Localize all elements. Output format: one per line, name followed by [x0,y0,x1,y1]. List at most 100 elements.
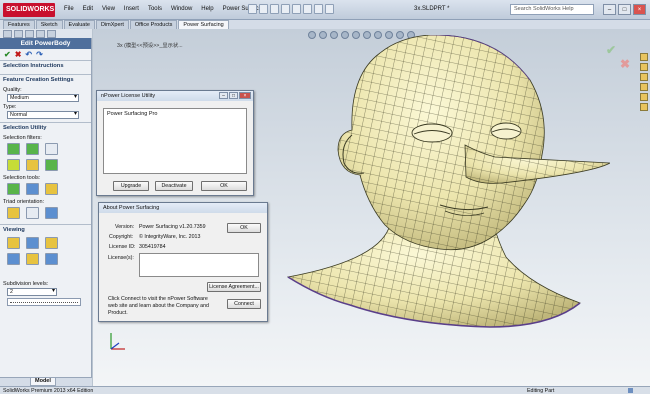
license-minimize-icon[interactable]: – [219,92,228,99]
print-icon[interactable] [281,4,290,14]
tab-office-products[interactable]: Office Products [129,20,178,29]
command-manager-tabs: Features Sketch Evaluate DimXpert Office… [0,20,650,29]
triad-local-icon[interactable] [26,207,39,219]
configuration-manager-icon[interactable] [25,30,34,38]
menu-tools[interactable]: Tools [148,6,162,12]
feature-breadcrumb[interactable]: 3x (模型<<预设>>_显示状... [117,41,183,49]
design-library-icon[interactable] [640,63,648,71]
selection-filters-row-2 [3,157,88,173]
version-value: Power Surfacing v1.20.7359 [139,224,206,230]
tab-features[interactable]: Features [3,20,35,29]
help-search-input[interactable]: Search SolidWorks Help [510,4,594,15]
tab-model[interactable]: Model [30,378,56,386]
feature-creation-settings-header[interactable]: Feature Creation Settings [3,76,88,85]
options-icon[interactable] [325,4,334,14]
quality-select[interactable]: Medium [7,94,79,102]
panel-action-row: ✔ ✖ ↶ ↷ [0,49,91,60]
menu-edit[interactable]: Edit [83,6,93,12]
menu-bar: File Edit View Insert Tools Window Help … [64,6,267,12]
selection-instructions-section[interactable]: Selection Instructions [0,60,91,74]
open-file-icon[interactable] [259,4,268,14]
viewing-section: Viewing Subdivision levels: 2 [0,224,91,311]
feature-manager-icon[interactable] [3,30,12,38]
tab-power-surfacing[interactable]: Power Surfacing [178,20,229,29]
redo-arrow-icon[interactable]: ↷ [36,51,43,59]
appearances-icon[interactable] [640,93,648,101]
license-maximize-icon[interactable]: □ [229,92,238,99]
license-list-item[interactable]: Power Surfacing Pro [107,111,243,117]
filter-body-icon[interactable] [7,159,20,171]
selection-utility-section: Selection Utility Selection filters: Sel… [0,122,91,224]
select-grow-icon[interactable] [26,183,39,195]
menu-view[interactable]: View [102,6,115,12]
select-loop-icon[interactable] [45,183,58,195]
subdivision-levels-spinner[interactable]: 2 [7,288,57,296]
tab-evaluate[interactable]: Evaluate [63,20,95,29]
new-file-icon[interactable] [248,4,257,14]
selection-instructions-header[interactable]: Selection Instructions [3,62,88,71]
view-cage-icon[interactable] [26,237,39,249]
licenses-list[interactable] [139,253,259,277]
select-icon[interactable] [303,4,312,14]
task-pane-tabs [640,53,648,111]
status-editing-state: Editing Part [527,388,555,394]
menu-insert[interactable]: Insert [124,6,139,12]
filter-vertex-icon[interactable] [7,143,20,155]
viewing-row-1 [3,235,88,251]
tab-dimxpert[interactable]: DimXpert [95,20,129,29]
version-label: Version: [115,224,135,230]
menu-help[interactable]: Help [201,6,213,12]
selection-utility-header[interactable]: Selection Utility [3,124,88,133]
maximize-icon[interactable]: □ [618,4,631,15]
triad-normal-icon[interactable] [45,207,58,219]
minimize-icon[interactable]: – [603,4,616,15]
filter-loop-icon[interactable] [26,159,39,171]
connect-button[interactable]: Connect [227,299,261,309]
head-model-icon[interactable] [280,35,610,335]
confirm-corner-cancel-icon[interactable]: ✖ [620,57,630,71]
custom-properties-icon[interactable] [640,103,648,111]
upgrade-button[interactable]: Upgrade [113,181,149,191]
licenses-label: License(s): [108,255,134,261]
license-products-list[interactable]: Power Surfacing Pro [103,108,247,174]
ok-check-icon[interactable]: ✔ [4,51,11,59]
panel-title: Edit PowerBody [0,38,91,49]
solidworks-logo[interactable]: SOLIDWORKS [3,3,55,17]
view-palette-icon[interactable] [640,83,648,91]
deactivate-button[interactable]: Deactivate [155,181,193,191]
menu-file[interactable]: File [64,6,74,12]
undo-icon[interactable] [292,4,301,14]
property-manager-icon[interactable] [14,30,23,38]
undo-arrow-icon[interactable]: ↶ [25,51,32,59]
filter-edge-icon[interactable] [45,143,58,155]
menu-window[interactable]: Window [171,6,192,12]
select-all-icon[interactable] [7,183,20,195]
view-mirror-icon[interactable] [7,253,20,265]
save-icon[interactable] [270,4,279,14]
view-hide-icon[interactable] [45,253,58,265]
filter-ring-icon[interactable] [45,159,58,171]
cancel-x-icon[interactable]: ✖ [15,51,22,59]
display-manager-icon[interactable] [47,30,56,38]
filter-face-icon[interactable] [26,143,39,155]
dimxpert-manager-icon[interactable] [36,30,45,38]
rebuild-icon[interactable] [314,4,323,14]
about-ok-button[interactable]: OK [227,223,261,233]
view-smooth-icon[interactable] [7,237,20,249]
axis-triad-icon [110,333,125,350]
license-agreement-button[interactable]: License Agreement... [207,282,261,292]
viewing-header[interactable]: Viewing [3,226,88,235]
subdivision-levels-slider[interactable] [7,298,81,306]
type-select[interactable]: Normal [7,111,79,119]
triad-world-icon[interactable] [7,207,20,219]
license-ok-button[interactable]: OK [201,181,247,191]
view-both-icon[interactable] [45,237,58,249]
license-close-icon[interactable]: × [239,92,251,99]
help-icon[interactable] [628,388,633,393]
view-isolate-icon[interactable] [26,253,39,265]
file-explorer-icon[interactable] [640,73,648,81]
solidworks-resources-icon[interactable] [640,53,648,61]
panel-bottom-tabs: Model [0,377,92,386]
close-icon[interactable]: × [633,4,646,15]
tab-sketch[interactable]: Sketch [35,20,63,29]
